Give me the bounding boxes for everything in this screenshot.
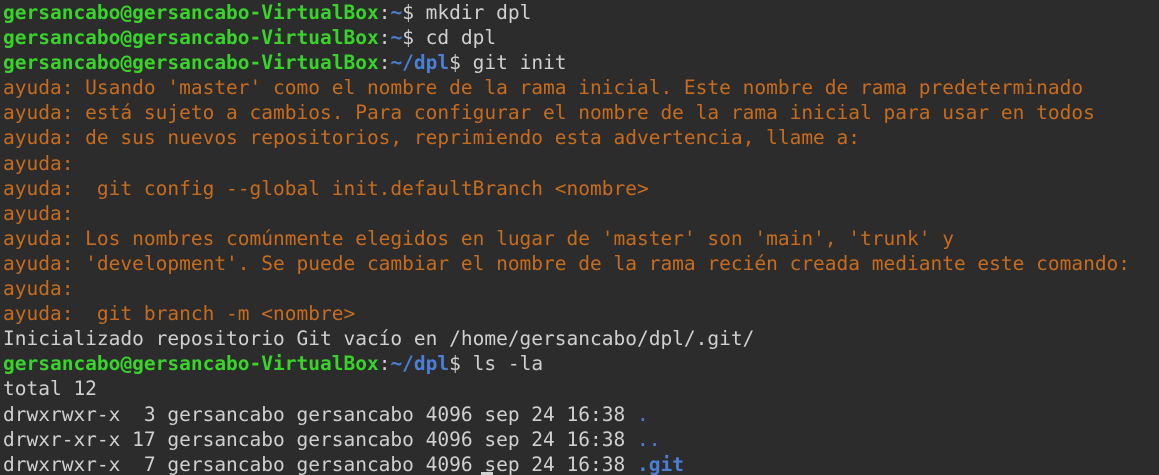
prompt-dollar: $ [449,51,461,75]
command-text: git init [460,51,567,75]
command-text: mkdir dpl [413,1,532,24]
listing-row: drwxrwxr-x 3 gersancabo gersancabo 4096 … [3,402,1159,427]
prompt-dollar: $ [402,26,414,50]
terminal-window[interactable]: gersancabo@gersancabo-VirtualBox:~$ mkdi… [0,0,1159,475]
prompt-dollar: $ [449,352,461,376]
listing-row: drwxr-xr-x 17 gersancabo gersancabo 4096… [3,427,1159,452]
hint-line: ayuda: [3,201,74,225]
prompt-path: ~/dpl [390,51,450,75]
hint-line: ayuda: git branch -m <nombre> [3,302,356,326]
prompt-colon: : [378,26,391,50]
hint-line: ayuda: git config --global init.defaultB… [3,176,649,200]
prompt-line-git-init: gersancabo@gersancabo-VirtualBox:~/dpl$ … [3,50,1159,75]
prompt-user-host: gersancabo@gersancabo-VirtualBox [3,1,379,24]
prompt-colon: : [378,51,391,75]
terminal-output: gersancabo@gersancabo-VirtualBox:~$ mkdi… [3,0,1159,475]
hint-line: ayuda: está sujeto a cambios. Para confi… [3,101,1095,125]
prompt-path: ~ [390,26,403,50]
hint-line: ayuda: de sus nuevos repositorios, repri… [3,126,861,150]
hint-line: ayuda: 'development'. Se puede cambiar e… [3,251,1131,275]
init-output-line: Inicializado repositorio Git vacío en /h… [3,327,755,351]
command-text: cd dpl [413,26,497,50]
hint-line: ayuda: [3,151,74,175]
prompt-path: ~ [390,1,403,24]
prompt-colon: : [378,352,391,376]
prompt-line-ls: gersancabo@gersancabo-VirtualBox:~/dpl$ … [3,351,1159,376]
listing-info: drwxr-xr-x 17 gersancabo gersancabo 4096… [3,427,637,451]
listing-name: . [636,402,649,426]
hint-line: ayuda: Los nombres comúnmente elegidos e… [3,226,954,250]
hint-line: ayuda: Usando 'master' como el nombre de… [3,76,1084,100]
listing-name: .. [636,427,661,451]
listing-row: drwxrwxr-x 7 gersancabo gersancabo 4096 … [3,452,1159,475]
prompt-dollar: $ [402,1,414,24]
prompt-path: ~/dpl [390,352,450,376]
listing-name: .git [636,452,684,475]
listing-info: drwxrwxr-x 3 gersancabo gersancabo 4096 … [3,402,637,426]
listing-info: drwxrwxr-x 7 gersancabo gersancabo 4096 … [3,452,637,475]
prompt-colon: : [378,1,391,24]
prompt-user-host: gersancabo@gersancabo-VirtualBox [3,26,379,50]
command-text: ls -la [460,352,544,376]
total-line: total 12 [3,377,97,401]
prompt-user-host: gersancabo@gersancabo-VirtualBox [3,352,379,376]
prompt-line-cd: gersancabo@gersancabo-VirtualBox:~$ cd d… [3,25,1159,50]
hint-line: ayuda: [3,277,74,301]
prompt-line-mkdir: gersancabo@gersancabo-VirtualBox:~$ mkdi… [3,0,1159,25]
prompt-user-host: gersancabo@gersancabo-VirtualBox [3,51,379,75]
